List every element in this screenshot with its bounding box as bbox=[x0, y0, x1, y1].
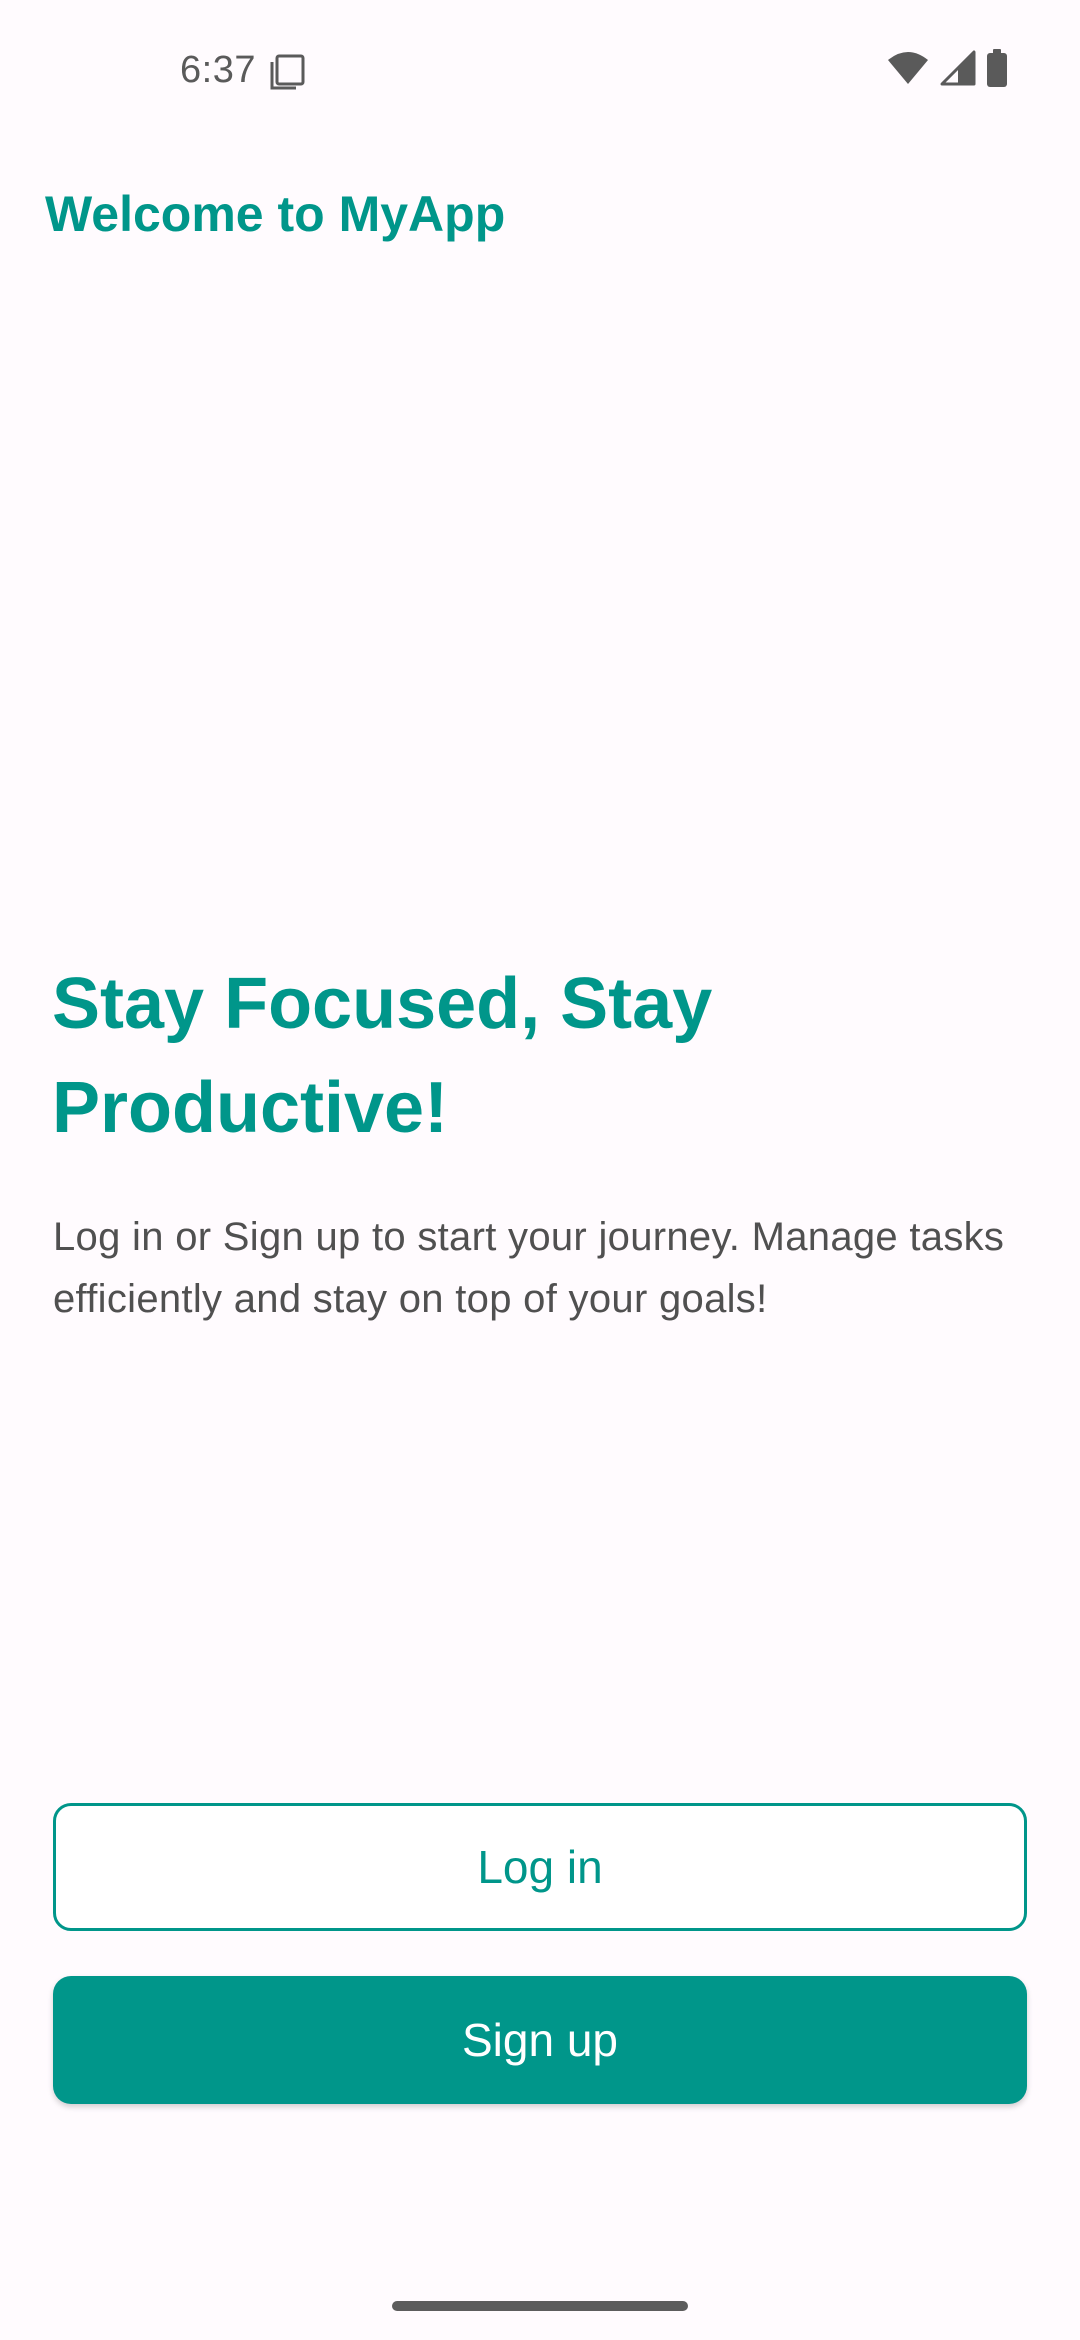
login-button[interactable]: Log in bbox=[53, 1803, 1027, 1931]
hero-description: Log in or Sign up to start your journey.… bbox=[53, 1215, 1005, 1321]
gesture-navigation-bar[interactable] bbox=[392, 2301, 688, 2311]
status-bar: 6:37 bbox=[0, 0, 1080, 140]
signup-button[interactable]: Sign up bbox=[53, 1976, 1027, 2104]
battery-icon bbox=[986, 48, 1008, 92]
signal-icon bbox=[940, 50, 976, 91]
app-title: Welcome to MyApp bbox=[45, 186, 506, 242]
status-icons bbox=[886, 48, 1008, 92]
wifi-icon bbox=[886, 50, 930, 91]
notification-icon bbox=[268, 52, 308, 92]
status-time: 6:37 bbox=[180, 49, 256, 91]
hero-heading: Stay Focused, Stay Productive! bbox=[52, 964, 713, 1148]
